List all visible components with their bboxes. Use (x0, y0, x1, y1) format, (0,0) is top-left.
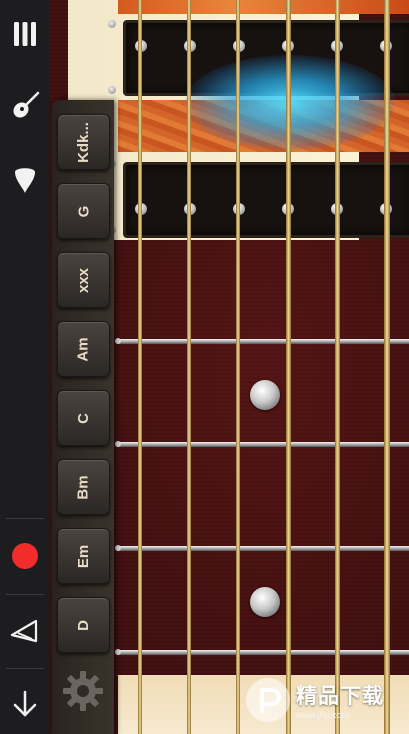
record-button[interactable] (0, 540, 50, 572)
pickup-lower (123, 162, 409, 238)
watermark-logo (246, 678, 290, 722)
chord-button-bm[interactable]: Bm (57, 459, 110, 515)
chord-panel: Kdk... G xxx Am C Bm Em D (52, 100, 114, 734)
watermark-title: 精品下载 (296, 685, 384, 708)
chord-button-am[interactable]: Am (57, 321, 110, 377)
chord-button-mute[interactable]: xxx (57, 252, 110, 308)
chord-label: Em (75, 544, 92, 568)
fret-end (115, 649, 121, 655)
gear-icon (63, 671, 103, 711)
fret (117, 339, 409, 344)
toolbar-divider (6, 518, 44, 519)
menu-button[interactable] (0, 18, 50, 50)
metronome-button[interactable] (0, 614, 50, 646)
left-toolbar (0, 0, 50, 734)
fret (117, 546, 409, 551)
down-arrow-icon (13, 690, 37, 717)
chord-button-em[interactable]: Em (57, 528, 110, 584)
watermark: 精品下载 www.j9p.com (246, 676, 406, 724)
menu-icon (14, 22, 36, 46)
guitar-string[interactable] (335, 0, 340, 734)
record-icon (12, 543, 38, 569)
instrument-button[interactable] (0, 88, 50, 124)
chord-button-custom[interactable]: Kdk... (57, 114, 110, 170)
pick-button[interactable] (0, 163, 50, 197)
chord-label: xxx (75, 267, 92, 293)
chord-label: Kdk... (75, 121, 92, 163)
chord-label: C (75, 412, 92, 424)
fret-end (115, 545, 121, 551)
body-binding-top (118, 0, 409, 14)
toolbar-divider (6, 668, 44, 669)
metronome-icon (10, 619, 38, 643)
pickup-screw (108, 86, 116, 94)
chord-button-g[interactable]: G (57, 183, 110, 239)
collapse-button[interactable] (0, 688, 50, 720)
guitar-string[interactable] (384, 0, 390, 734)
settings-button[interactable] (60, 668, 106, 714)
p-logo-icon (260, 688, 282, 713)
chord-label: Am (74, 336, 92, 362)
watermark-url: www.j9p.com (296, 710, 350, 720)
toolbar-divider (6, 594, 44, 595)
chord-button-c[interactable]: C (57, 390, 110, 446)
pick-icon (15, 168, 35, 193)
fret-inlay (250, 587, 280, 617)
fret-end (115, 441, 121, 447)
guitar-string[interactable] (187, 0, 191, 734)
chord-label: Bm (74, 474, 92, 500)
chord-button-d[interactable]: D (57, 597, 110, 653)
pickup-screw (108, 20, 116, 28)
fret (117, 442, 409, 447)
fret (117, 650, 409, 655)
guitar-string[interactable] (236, 0, 240, 734)
guitar-icon (13, 91, 40, 118)
fret-end (115, 338, 121, 344)
chord-label: D (75, 619, 92, 631)
fret-inlay (250, 380, 280, 410)
guitar-string[interactable] (286, 0, 291, 734)
chord-label: G (74, 205, 92, 217)
guitar-string[interactable] (138, 0, 142, 734)
